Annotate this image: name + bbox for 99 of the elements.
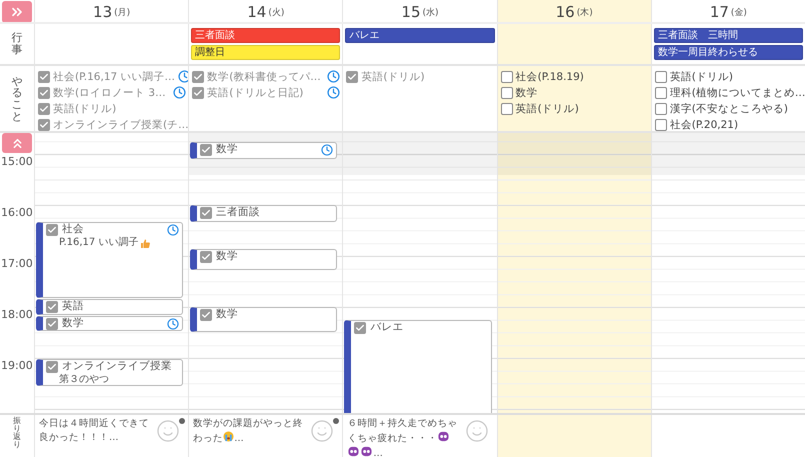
reflection-row-label: 振り返り [13,417,21,449]
schedule-card[interactable]: オンラインライブ授業 第３のやつ [36,359,184,386]
weekday-label: (月) [114,6,130,18]
todo-text: 社会(P.18.19) [516,70,584,84]
date-number: 14 [247,3,266,21]
scroll-up-button[interactable] [2,133,32,153]
todo-text: オンラインライブ授業(チ… [53,118,189,131]
schedule-card[interactable]: 三者面談 [190,205,338,222]
time-label: 17:00 [1,257,33,270]
checkbox[interactable] [500,102,513,114]
todo-text: 数学(教科書使ってパ… [207,70,321,84]
todo-text: 数学(ロイロノート 3… [53,86,166,100]
date-number: 17 [710,3,729,21]
smiley-icon[interactable] [310,419,334,443]
schedule-title: 英語 [62,300,84,313]
clock-icon[interactable] [327,86,340,99]
clock-icon[interactable] [167,318,180,330]
checkbox[interactable] [654,102,667,114]
todo-text: 漢字(不安なところやる) [670,102,788,116]
checkbox[interactable] [654,118,667,130]
events-row-label: 行事 [12,32,22,56]
todos-row-label: やること [12,76,22,122]
schedule-card[interactable]: 数学 [190,307,338,332]
checkbox[interactable] [200,206,212,218]
schedule-title: 社会 [62,223,84,236]
checkbox[interactable] [192,70,204,82]
status-dot [179,418,186,424]
weekday-label: (木) [576,6,593,18]
checkbox[interactable] [38,118,50,130]
checkbox[interactable] [346,70,358,82]
schedule-title: 数学 [216,143,238,156]
todo-text: 英語(ドリル) [53,102,116,116]
checkbox[interactable] [46,360,58,372]
clock-icon[interactable] [173,86,186,99]
schedule-title: バレエ [370,321,404,334]
time-label: 19:00 [1,359,33,372]
schedule-title: 数学 [216,250,238,263]
schedule-card[interactable]: 数学 [190,249,338,270]
date-number: 13 [93,3,112,21]
date-number: 15 [401,3,421,21]
checkbox[interactable] [46,224,58,236]
checkbox[interactable] [354,322,366,334]
reflection-text: ６時間＋持久走でめちゃくちゃ疲れた・・・ … [347,417,458,457]
schedule-card[interactable]: バレエ [344,320,492,413]
event-bar[interactable]: バレエ [345,28,495,43]
status-dot [333,418,340,424]
schedule-note: 第３のやつ [59,374,109,385]
checkbox[interactable] [46,318,58,330]
todo-text: 数学 [516,86,538,100]
schedule-card[interactable]: 数学 [36,316,184,331]
weekday-label: (火) [268,6,284,18]
schedule-title: 数学 [62,317,84,330]
event-bar[interactable]: 三者面談 [191,28,340,43]
clock-icon[interactable] [321,144,334,156]
checkbox[interactable] [500,70,513,82]
checkbox[interactable] [38,70,50,82]
checkbox[interactable] [500,86,513,98]
schedule-card[interactable]: 社会 P.16,17 いい調子 [36,222,184,298]
checkbox[interactable] [654,86,667,98]
monster-face-icon [438,431,450,442]
todo-text: 英語(ドリルと日記) [207,86,304,100]
weekday-label: (金) [730,6,747,18]
checkbox[interactable] [46,300,58,312]
event-bar[interactable]: 調整日 [191,45,340,60]
crying-face-icon [223,431,234,442]
clock-icon[interactable] [167,224,180,236]
schedule-card[interactable]: 英語 [36,299,184,315]
todo-text: 社会(P.20,21) [670,118,738,131]
date-number: 16 [556,3,575,21]
reflection-text: 数学がの課題がやっと終わった … [193,417,304,446]
weekday-label: (水) [422,6,439,18]
event-bar[interactable]: 三者面談 三時間 [654,28,803,43]
schedule-title: 数学 [216,308,238,321]
schedule-card[interactable]: 数学 [190,142,338,159]
checkbox[interactable] [200,308,212,320]
clock-icon[interactable] [327,70,340,83]
time-label: 16:00 [1,206,33,219]
todo-text: 理科(植物についてまとめ… [670,86,805,100]
time-label: 15:00 [1,155,33,168]
checkbox[interactable] [38,102,50,114]
todo-text: 英語(ドリル) [361,70,425,84]
time-label: 18:00 [1,308,33,321]
event-bar[interactable]: 数学一周目終わらせる [654,45,803,60]
checkbox[interactable] [200,250,212,262]
checkbox[interactable] [192,86,204,98]
checkbox[interactable] [654,70,667,82]
smiley-icon[interactable] [464,419,489,443]
schedule-title: オンラインライブ授業 [62,360,172,373]
next-week-button[interactable] [2,1,32,22]
checkbox[interactable] [38,86,50,98]
todo-text: 社会(P.16,17 いい調子… [53,70,176,84]
reflection-text: 今日は４時間近くできて良かった！！！… [39,417,150,445]
todo-text: 英語(ドリル) [670,70,733,84]
smiley-icon[interactable] [156,419,180,443]
schedule-title: 三者面談 [216,206,260,219]
todo-text: 英語(ドリル) [516,102,579,116]
checkbox[interactable] [200,144,212,156]
schedule-note: P.16,17 いい調子 [59,237,138,249]
thumbs-up-icon [140,238,150,248]
